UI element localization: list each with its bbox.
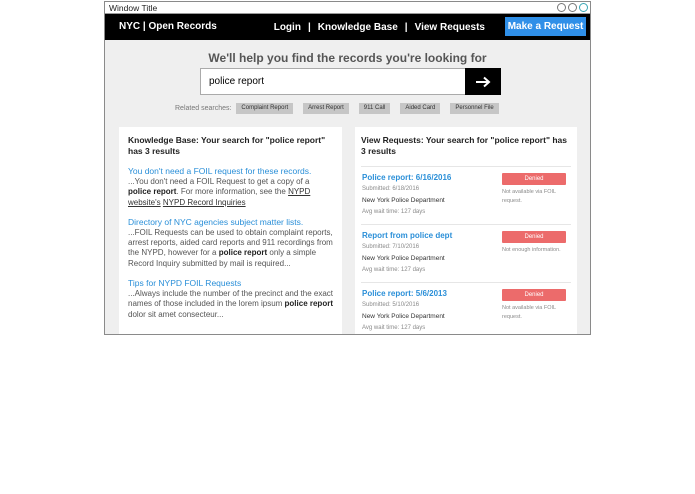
request-agency: New York Police Department xyxy=(362,197,445,204)
related-label: Related searches: xyxy=(175,104,232,112)
view-requests-heading: View Requests: Your search for "police r… xyxy=(361,135,567,156)
knowledge-base-heading: Knowledge Base: Your search for "police … xyxy=(128,135,326,156)
kb-result-title[interactable]: You don't need a FOIL request for these … xyxy=(128,166,333,177)
status-badge: Denied xyxy=(502,289,566,301)
kb-result: Directory of NYC agencies subject matter… xyxy=(128,217,333,269)
related-chip-arrest-report[interactable]: Arrest Report xyxy=(303,102,349,114)
request-row[interactable]: Report from police dept Submitted: 7/10/… xyxy=(361,224,571,282)
search-box xyxy=(200,68,466,95)
nav-login[interactable]: Login xyxy=(274,22,301,33)
request-submitted-date: Submitted: 6/18/2016 xyxy=(362,186,420,192)
kb-result-snippet: ...You don't need a FOIL Request to get … xyxy=(128,177,311,207)
request-wait-time: Avg wait time: 127 days xyxy=(362,209,426,215)
related-searches: Related searches: Complaint Report Arres… xyxy=(175,102,509,114)
kb-result-title[interactable]: Directory of NYC agencies subject matter… xyxy=(128,217,333,228)
nav-separator: | xyxy=(307,21,311,33)
request-agency: New York Police Department xyxy=(362,313,445,320)
kb-result: Tips for NYPD FOIL Requests ...Always in… xyxy=(128,278,333,320)
kb-result: You don't need a FOIL request for these … xyxy=(128,166,333,208)
request-wait-time: Avg wait time: 127 days xyxy=(362,325,426,331)
related-chip-aided-card[interactable]: Aided Card xyxy=(400,102,441,114)
request-title[interactable]: Police report: 6/16/2016 xyxy=(362,173,451,182)
nav-separator: | xyxy=(404,21,408,33)
related-chip-complaint-report[interactable]: Complaint Report xyxy=(236,102,294,114)
request-title[interactable]: Report from police dept xyxy=(362,231,452,240)
restore-icon[interactable] xyxy=(568,3,577,12)
top-navbar: NYC | Open Records Login | Knowledge Bas… xyxy=(105,14,590,40)
window-titlebar: Window Title xyxy=(105,2,590,14)
nypd-record-inquiries-link[interactable]: NYPD Record Inquiries xyxy=(163,198,246,207)
view-requests-panel: View Requests: Your search for "police r… xyxy=(355,127,577,334)
request-submitted-date: Submitted: 7/10/2016 xyxy=(362,244,420,250)
nav-knowledge-base[interactable]: Knowledge Base xyxy=(318,22,398,33)
kb-result-snippet: ...FOIL Requests can be used to obtain c… xyxy=(128,227,333,268)
request-row[interactable]: Police report: 5/6/2013 Submitted: 5/10/… xyxy=(361,282,571,334)
nav-links: Login | Knowledge Base | View Requests xyxy=(269,14,490,40)
window-controls xyxy=(557,3,588,12)
minimize-icon[interactable] xyxy=(557,3,566,12)
request-submitted-date: Submitted: 5/10/2016 xyxy=(362,302,420,308)
kb-result-title[interactable]: Tips for NYPD FOIL Requests xyxy=(128,278,333,289)
window-title: Window Title xyxy=(109,3,158,13)
related-chip-personnel-file[interactable]: Personnel File xyxy=(450,102,499,114)
search-input[interactable] xyxy=(201,69,465,94)
hero-title: We'll help you find the records you're l… xyxy=(208,51,487,65)
status-reason: Not available via FOIL request. xyxy=(502,305,556,320)
nav-view-requests[interactable]: View Requests xyxy=(415,22,485,33)
search-button[interactable] xyxy=(465,68,501,95)
make-request-button[interactable]: Make a Request xyxy=(505,17,586,36)
request-wait-time: Avg wait time: 127 days xyxy=(362,267,426,273)
kb-result-snippet: ...Always include the number of the prec… xyxy=(128,289,334,319)
maximize-icon[interactable] xyxy=(579,3,588,12)
status-reason: Not available via FOIL request. xyxy=(502,189,556,204)
knowledge-base-panel: Knowledge Base: Your search for "police … xyxy=(119,127,342,334)
arrow-right-icon xyxy=(476,76,491,87)
brand-logo[interactable]: NYC | Open Records xyxy=(119,14,217,40)
app-window: Window Title NYC | Open Records Login | … xyxy=(104,1,591,335)
status-reason: Not enough information. xyxy=(502,247,561,253)
request-row[interactable]: Police report: 6/16/2016 Submitted: 6/18… xyxy=(361,166,571,224)
status-badge: Denied xyxy=(502,173,566,185)
request-title[interactable]: Police report: 5/6/2013 xyxy=(362,289,447,298)
status-badge: Denied xyxy=(502,231,566,243)
related-chip-911-call[interactable]: 911 Call xyxy=(358,102,391,114)
request-agency: New York Police Department xyxy=(362,255,445,262)
